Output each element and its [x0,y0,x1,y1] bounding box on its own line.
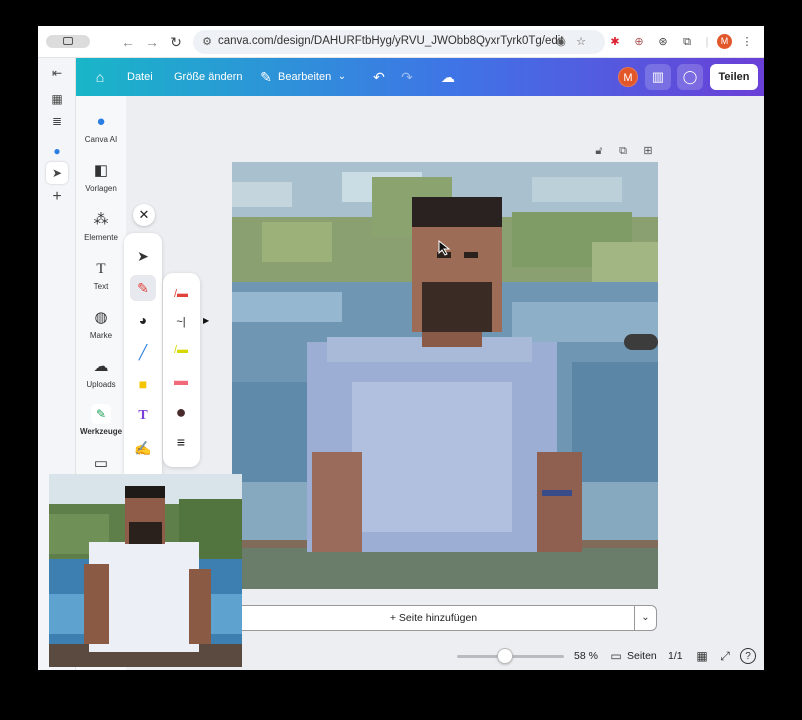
pencil-icon: ✎ [260,69,272,85]
pen-options-panel: /▬ ~| /▬ ▬ ● ≡ [163,273,200,467]
sidemenu-item-elements[interactable]: ⁂ Elemente [76,210,126,242]
stroke-weight-icon[interactable]: ≡ [168,429,194,455]
pages-icon[interactable]: ▭ [608,648,624,664]
design-photo[interactable] [232,162,658,589]
sticky-note-icon[interactable]: ■ [130,371,156,397]
analytics-icon[interactable]: ▥ [645,64,671,90]
fullscreen-icon[interactable]: ⤢ [717,648,733,664]
extension-1-icon[interactable]: ✱ [606,33,624,51]
brand-icon: ◍ [94,309,108,326]
bookmark-star-icon[interactable]: ☆ [574,35,588,49]
add-page-button[interactable]: + Seite hinzufügen [232,605,635,631]
text-icon: T [96,261,106,277]
add-page-options-chevron-icon[interactable]: ⌄ [635,605,657,631]
sidemenu-item-canva-ai[interactable]: ● Canva AI [76,112,126,144]
sidemenu-item-brand[interactable]: ◍ Marke [76,308,126,340]
webcam-overlay [49,474,242,667]
extensions-puzzle-icon[interactable]: ⧉ [678,33,696,51]
mouse-cursor-icon [438,239,452,261]
extension-2-icon[interactable]: ⊕ [630,33,648,51]
add-page-icon[interactable]: ⊞ [640,143,656,159]
cloud-save-icon[interactable]: ☁ [438,67,458,87]
page-count: 1/1 [668,650,683,662]
toolbar-divider: | [705,36,709,48]
sidemenu-item-tools[interactable]: ✎ Werkzeuge [76,404,126,436]
extension-icon[interactable]: ◉ [554,35,568,49]
chevron-down-icon[interactable]: ⌄ [332,67,352,87]
duplicate-page-icon[interactable]: ⧉ [615,143,631,159]
reload-button[interactable]: ↻ [166,32,186,52]
grid-view-icon[interactable]: ▦ [694,648,710,664]
text-tool-icon[interactable]: T [130,403,156,429]
back-button[interactable]: ← [118,32,138,52]
resize-menu[interactable]: Größe ändern [174,58,242,96]
collapse-rail-icon[interactable]: ⇤ [46,62,68,84]
file-menu[interactable]: Datei [127,58,153,96]
site-settings-icon[interactable]: ⚙ [200,35,214,49]
elements-icon: ⁂ [93,211,109,228]
pen-tool-icon[interactable]: ✎ [130,275,156,301]
pen-red-icon[interactable]: /▬ [168,281,194,307]
tools-icon: ✎ [91,404,111,424]
close-draw-button[interactable]: ✕ [133,204,155,226]
templates-icon: ◧ [93,162,109,179]
uploads-icon: ☁ [93,358,109,375]
redo-icon[interactable]: ↷ [397,67,417,87]
line-tool-icon[interactable]: ╱ [130,339,156,365]
help-icon[interactable]: ? [740,648,756,664]
color-swatch-icon[interactable]: ● [168,399,194,425]
sidebar-icon [63,37,73,45]
sidemenu-item-text[interactable]: T Text [76,259,126,291]
profile-avatar[interactable]: M [717,34,732,49]
pages-button[interactable]: Seiten [627,650,657,662]
user-avatar[interactable]: M [618,67,638,87]
home-icon[interactable]: ⌂ [90,67,110,87]
canva-ai-icon: ● [96,113,106,130]
canva-topbar: ⌂ Datei Größe ändern ✎ Bearbeiten ⌄ ↶ ↷ … [76,58,764,96]
highlighter-icon[interactable]: /▬ [168,337,194,363]
sidebar-toggle-button[interactable] [46,35,90,48]
undo-icon[interactable]: ↶ [369,67,389,87]
tab-grid-icon[interactable]: ▦ [46,88,68,110]
folder-icon: ▭ [93,455,109,472]
pointer-tab-icon[interactable]: ➤ [46,162,68,184]
browser-toolbar: ← → ↻ ⚙ canva.com/design/DAHURFtbHyg/yRV… [38,26,764,58]
submenu-arrow-icon: ▶ [203,316,210,325]
forward-button[interactable]: → [142,32,162,52]
extension-3-icon[interactable]: ⊛ [654,33,672,51]
shapes-tool-icon[interactable]: ◕ [130,307,156,333]
pen-black-icon[interactable]: ~| [168,309,194,335]
canva-tab-icon[interactable]: ● [46,140,68,162]
select-pointer-icon[interactable]: ➤ [130,243,156,269]
sidemenu-item-projects[interactable]: ▭ [76,454,126,474]
sidemenu-item-templates[interactable]: ◧ Vorlagen [76,161,126,193]
zoom-level[interactable]: 58 % [574,650,598,662]
comments-icon[interactable]: ◯ [677,64,703,90]
new-tab-icon[interactable]: + [46,186,68,208]
edit-menu[interactable]: Bearbeiten [278,58,331,96]
reading-list-icon[interactable]: ≣ [46,110,68,132]
url-text: canva.com/design/DAHURFtbHyg/yRVU_JWObb8… [218,35,564,47]
share-button[interactable]: Teilen [710,64,758,90]
browser-menu-icon[interactable]: ⋮ [738,33,756,51]
signature-tool-icon[interactable]: ✍ [130,435,156,461]
address-bar[interactable]: ⚙ canva.com/design/DAHURFtbHyg/yRVU_JWOb… [193,30,605,54]
sidemenu-item-uploads[interactable]: ☁ Uploads [76,357,126,389]
draw-toolbar: ➤ ✎ ◕ ╱ ■ T ✍ [124,233,162,483]
eraser-icon[interactable]: ▬ [168,367,194,393]
lock-icon[interactable]: 🔓︎ [591,143,607,159]
